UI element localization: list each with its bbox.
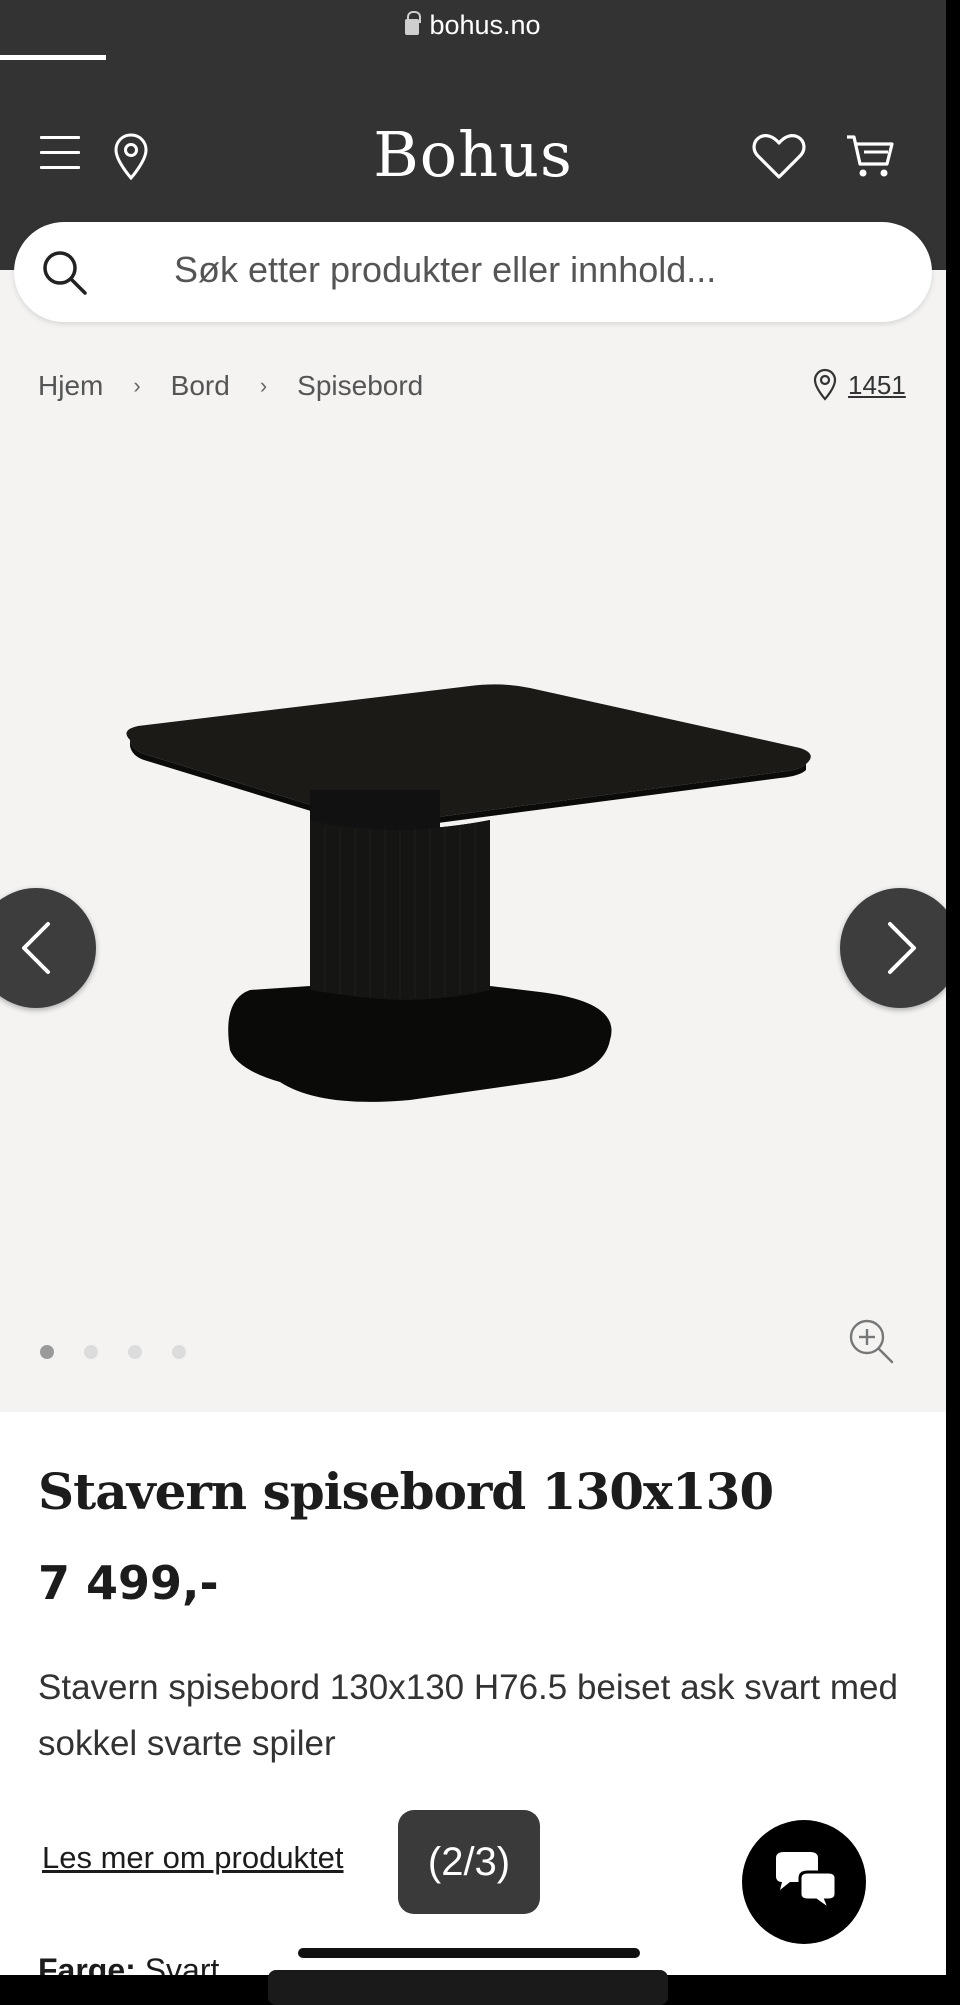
color-option: Farge: Svart bbox=[38, 1952, 219, 1975]
address-bar[interactable]: bohus.no bbox=[0, 10, 946, 41]
home-indicator[interactable] bbox=[298, 1948, 640, 1958]
chevron-right-icon bbox=[888, 922, 916, 974]
carousel-dots bbox=[40, 1345, 216, 1359]
breadcrumb-spisebord[interactable]: Spisebord bbox=[297, 370, 423, 402]
color-value: Svart bbox=[144, 1952, 220, 1975]
page-load-progress bbox=[0, 55, 106, 60]
image-counter-badge: (2/3) bbox=[398, 1810, 540, 1914]
url-text: bohus.no bbox=[429, 10, 541, 40]
product-price: 7 499,- bbox=[38, 1556, 219, 1610]
lock-icon bbox=[405, 11, 422, 35]
carousel-dot[interactable] bbox=[84, 1345, 98, 1359]
chevron-right-icon: › bbox=[133, 373, 141, 398]
page: bohus.no Bohus Søk etter produkter eller… bbox=[0, 0, 946, 1975]
carousel-next-button[interactable] bbox=[840, 888, 946, 1008]
product-title: Stavern spisebord 130x130 bbox=[38, 1462, 774, 1521]
carousel-dot[interactable] bbox=[172, 1345, 186, 1359]
carousel-dot[interactable] bbox=[40, 1345, 54, 1359]
zoom-in-icon[interactable] bbox=[846, 1316, 896, 1366]
color-label: Farge: bbox=[38, 1952, 136, 1975]
product-image[interactable] bbox=[110, 670, 830, 1110]
carousel-prev-button[interactable] bbox=[0, 888, 96, 1008]
product-description: Stavern spisebord 130x130 H76.5 beiset a… bbox=[38, 1668, 898, 1763]
search-bar[interactable]: Søk etter produkter eller innhold... bbox=[14, 222, 932, 322]
search-icon[interactable] bbox=[40, 248, 90, 298]
carousel-dot[interactable] bbox=[128, 1345, 142, 1359]
scrollbar[interactable] bbox=[946, 0, 960, 2005]
heart-icon[interactable] bbox=[752, 133, 806, 181]
chat-button[interactable] bbox=[742, 1820, 866, 1944]
location-pin-icon bbox=[813, 368, 837, 401]
breadcrumb: Hjem › Bord › Spisebord bbox=[38, 370, 423, 402]
browser-bottom-bar bbox=[268, 1970, 668, 2005]
chevron-right-icon: › bbox=[259, 373, 268, 398]
breadcrumb-home[interactable]: Hjem bbox=[38, 370, 103, 402]
read-more-link[interactable]: Les mer om produktet bbox=[42, 1840, 344, 1876]
cart-icon[interactable] bbox=[845, 132, 895, 180]
chat-bubbles-icon bbox=[776, 1852, 838, 1914]
chevron-left-icon bbox=[22, 922, 50, 974]
search-input[interactable]: Søk etter produkter eller innhold... bbox=[174, 249, 716, 291]
store-id[interactable]: 1451 bbox=[848, 370, 906, 401]
store-selector[interactable]: 1451 bbox=[812, 368, 906, 402]
breadcrumb-bord[interactable]: Bord bbox=[171, 370, 230, 402]
